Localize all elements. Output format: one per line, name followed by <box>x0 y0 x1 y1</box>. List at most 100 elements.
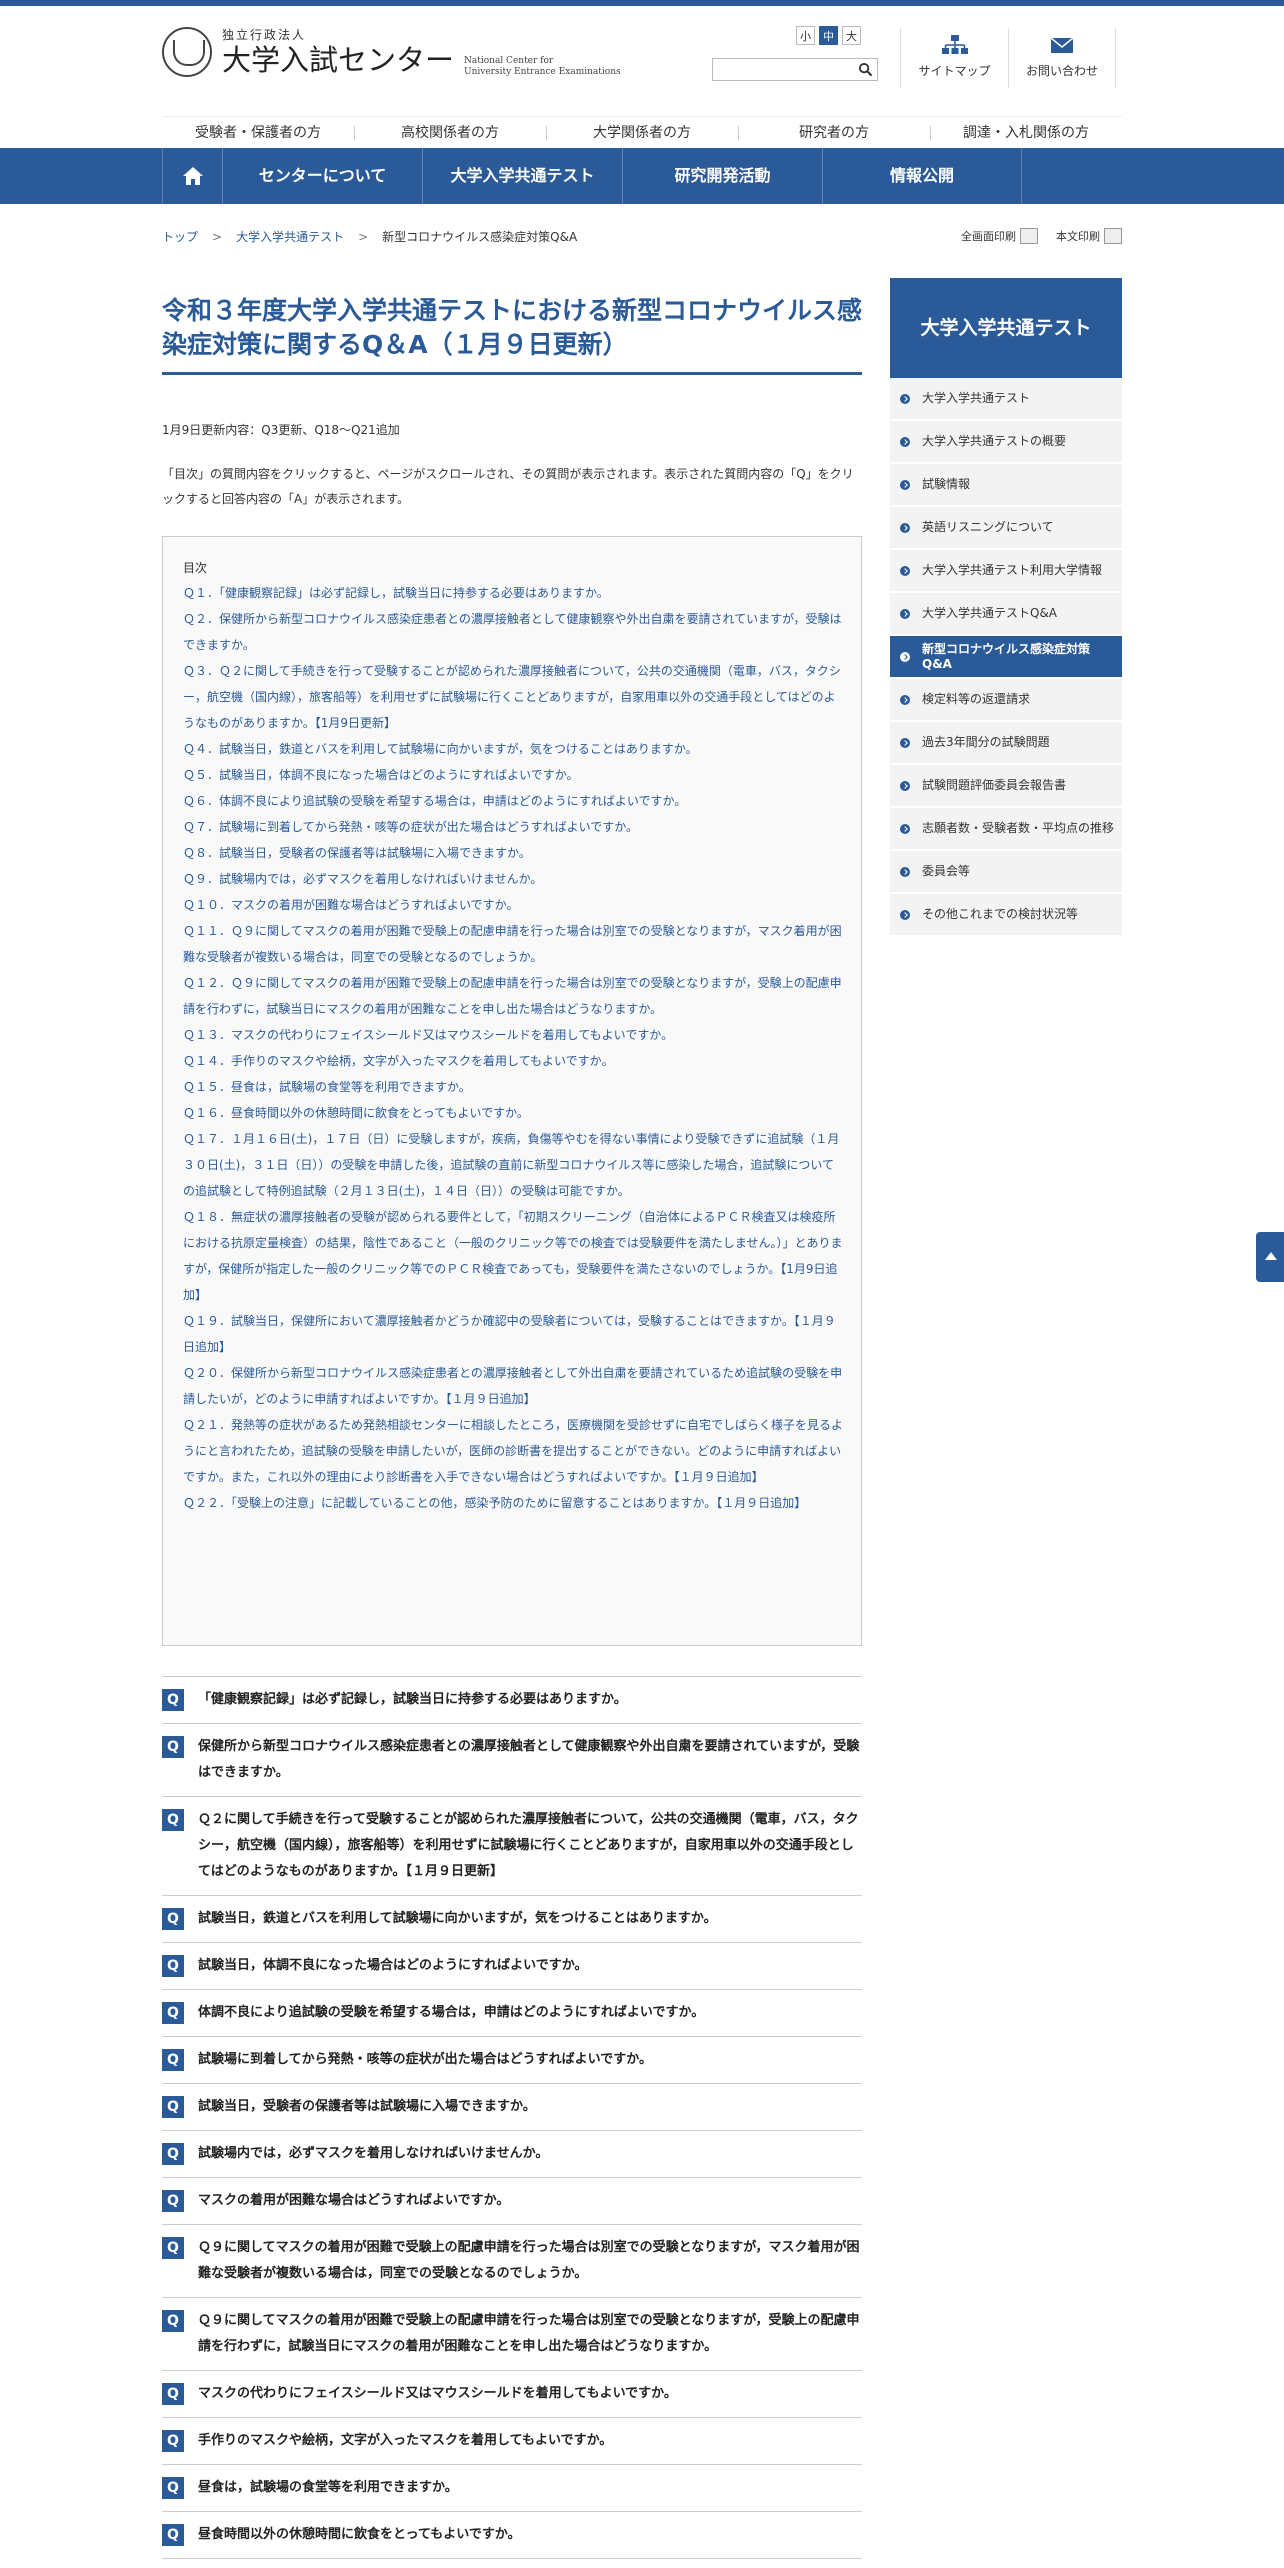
sidebar-item-label: 志願者数・受験者数・平均点の推移 <box>922 821 1115 835</box>
toc-item[interactable]: Ｑ１２．Ｑ９に関してマスクの着用が困難で受験上の配慮申請を行った場合は別室での受… <box>183 970 843 1022</box>
audience-nav-item[interactable]: 調達・入札関係の方 <box>930 117 1122 148</box>
toc-item[interactable]: Ｑ１８．無症状の濃厚接触者の受験が認められる要件として，「初期スクリーニング（自… <box>183 1204 843 1308</box>
audience-nav-item[interactable]: 受験者・保護者の方 <box>162 117 354 148</box>
toc-item[interactable]: Ｑ１６．昼食時間以外の休憩時間に飲食をとってもよいですか。 <box>183 1100 843 1126</box>
breadcrumb-parent[interactable]: 大学入学共通テスト <box>236 230 344 244</box>
home-button[interactable] <box>162 148 222 204</box>
toc-item[interactable]: Ｑ５．試験当日，体調不良になった場合はどのようにすればよいですか。 <box>183 762 843 788</box>
sidebar-item[interactable]: 試験情報 <box>890 464 1122 507</box>
font-size-large-button[interactable]: 大 <box>842 26 861 45</box>
toc-item[interactable]: Ｑ２１．発熱等の症状があるため発熱相談センターに相談したところ，医療機関を受診せ… <box>183 1412 843 1490</box>
sidebar-item[interactable]: 委員会等 <box>890 851 1122 894</box>
toc-item[interactable]: Ｑ１．「健康観察記録」は必ず記録し，試験当日に持参する必要はありますか。 <box>183 580 843 606</box>
toc-item[interactable]: Ｑ１４．手作りのマスクや絵柄，文字が入ったマスクを着用してもよいですか。 <box>183 1048 843 1074</box>
intro-text: 「目次」の質問内容をクリックすると、ページがスクロールされ、その質問が表示されま… <box>162 467 854 506</box>
sidebar-title[interactable]: 大学入学共通テスト <box>890 278 1122 378</box>
global-nav: センターについて 大学入学共通テスト 研究開発活動 情報公開 <box>0 148 1284 204</box>
question-toggle-q[interactable]: Q <box>162 1908 184 1930</box>
search-input[interactable] <box>712 58 878 81</box>
nav-common-test[interactable]: 大学入学共通テスト <box>422 148 622 204</box>
question-text: 体調不良により追試験の受験を希望する場合は，申請はどのようにすればよいですか。 <box>198 2005 705 2020</box>
question-toggle-q[interactable]: Q <box>162 1955 184 1977</box>
question-text: Ｑ９に関してマスクの着用が困難で受験上の配慮申請を行った場合は別室での受験となり… <box>198 2313 860 2354</box>
toc-item[interactable]: Ｑ１９．試験当日，保健所において濃厚接触者かどうか確認中の受験者については，受験… <box>183 1308 843 1360</box>
chevron-right-icon <box>900 608 910 619</box>
sidebar-item[interactable]: 新型コロナウイルス感染症対策Q&A <box>890 636 1122 679</box>
audience-nav-item[interactable]: 研究者の方 <box>738 117 930 148</box>
font-size-small-button[interactable]: 小 <box>796 26 815 45</box>
sidebar-item-label: 委員会等 <box>922 864 971 878</box>
question-row: Q 「健康観察記録」は必ず記録し，試験当日に持参する必要はありますか。 <box>162 1677 862 1724</box>
contact-link[interactable]: お問い合わせ <box>1008 28 1116 88</box>
audience-nav-item[interactable]: 高校関係者の方 <box>354 117 546 148</box>
toc-item[interactable]: Ｑ１７．１月１６日(土)，１７日（日）に受験しますが，疾病，負傷等やむを得ない事… <box>183 1126 843 1204</box>
sidebar-item[interactable]: 大学入学共通テストの概要 <box>890 421 1122 464</box>
sidebar-item[interactable]: 試験問題評価委員会報告書 <box>890 765 1122 808</box>
question-toggle-q[interactable]: Q <box>162 2237 184 2259</box>
audience-nav-item[interactable]: 大学関係者の方 <box>546 117 738 148</box>
sidebar-item[interactable]: 大学入学共通テスト <box>890 378 1122 421</box>
scroll-to-top-button[interactable] <box>1256 1232 1284 1282</box>
sidebar-item[interactable]: 英語リスニングについて <box>890 507 1122 550</box>
question-toggle-q[interactable]: Q <box>162 2524 184 2546</box>
question-toggle-q[interactable]: Q <box>162 1809 184 1831</box>
toc-item[interactable]: Ｑ３．Ｑ２に関して手続きを行って受験することが認められた濃厚接触者について，公共… <box>183 658 843 736</box>
toc-item[interactable]: Ｑ１０．マスクの着用が困難な場合はどうすればよいですか。 <box>183 892 843 918</box>
font-size-medium-button[interactable]: 中 <box>819 26 838 45</box>
question-text: マスクの着用が困難な場合はどうすればよいですか。 <box>198 2193 510 2208</box>
site-logo[interactable]: 独立行政法人 大学入試センター <box>162 26 454 77</box>
sidebar-item[interactable]: 大学入学共通テスト利用大学情報 <box>890 550 1122 593</box>
question-row: Q 試験当日，受験者の保護者等は試験場に入場できますか。 <box>162 2084 862 2131</box>
sidebar-item[interactable]: 大学入学共通テストQ&A <box>890 593 1122 636</box>
sidebar-item[interactable]: その他これまでの検討状況等 <box>890 894 1122 937</box>
nav-research[interactable]: 研究開発活動 <box>622 148 822 204</box>
toc-item[interactable]: Ｑ２０．保健所から新型コロナウイルス感染症患者との濃厚接触者として外出自粛を要請… <box>183 1360 843 1412</box>
chevron-right-icon <box>900 565 910 576</box>
print-full-button[interactable]: 全画面印刷 <box>961 204 1038 270</box>
search-icon[interactable] <box>858 62 873 77</box>
logo-emblem-icon <box>162 26 212 77</box>
question-toggle-q[interactable]: Q <box>162 2310 184 2332</box>
question-toggle-q[interactable]: Q <box>162 2049 184 2071</box>
sidebar-item-label: 検定料等の返還請求 <box>922 692 1031 706</box>
nav-disclosure[interactable]: 情報公開 <box>822 148 1022 204</box>
site-header: 独立行政法人 大学入試センター National Center for Unive… <box>162 6 1122 116</box>
toc-item[interactable]: Ｑ４．試験当日，鉄道とバスを利用して試験場に向かいますが，気をつけることはありま… <box>183 736 843 762</box>
org-name: 大学入試センター <box>222 43 455 77</box>
sidebar-item-label: 大学入学共通テストQ&A <box>922 606 1058 620</box>
toc-item[interactable]: Ｑ９．試験場内では，必ずマスクを着用しなければいけませんか。 <box>183 866 843 892</box>
question-toggle-q[interactable]: Q <box>162 2190 184 2212</box>
toc-item[interactable]: Ｑ６．体調不良により追試験の受験を希望する場合は，申請はどのようにすればよいです… <box>183 788 843 814</box>
nav-about[interactable]: センターについて <box>222 148 422 204</box>
toc-item[interactable]: Ｑ１１．Ｑ９に関してマスクの着用が困難で受験上の配慮申請を行った場合は別室での受… <box>183 918 843 970</box>
question-toggle-q[interactable]: Q <box>162 2430 184 2452</box>
org-type-label: 独立行政法人 <box>222 28 307 42</box>
sidebar-item-label: 試験問題評価委員会報告書 <box>922 778 1067 792</box>
toc-item[interactable]: Ｑ２．保健所から新型コロナウイルス感染症患者との濃厚接触者として健康観察や外出自… <box>183 606 843 658</box>
sidebar: 大学入学共通テスト 大学入学共通テスト大学入学共通テストの概要試験情報英語リスニ… <box>890 278 1122 2559</box>
sidebar-item[interactable]: 志願者数・受験者数・平均点の推移 <box>890 808 1122 851</box>
toc-item[interactable]: Ｑ１５．昼食は，試験場の食堂等を利用できますか。 <box>183 1074 843 1100</box>
toc-item[interactable]: Ｑ１３．マスクの代わりにフェイスシールド又はマウスシールドを着用してもよいですか… <box>183 1022 843 1048</box>
question-toggle-q[interactable]: Q <box>162 2477 184 2499</box>
toc-item[interactable]: Ｑ２２．「受験上の注意」に記載していることの他，感染予防のために留意することはあ… <box>183 1490 843 1516</box>
question-toggle-q[interactable]: Q <box>162 2383 184 2405</box>
print-body-button[interactable]: 本文印刷 <box>1056 204 1122 270</box>
question-toggle-q[interactable]: Q <box>162 2096 184 2118</box>
toc-item[interactable]: Ｑ８．試験当日，受験者の保護者等は試験場に入場できますか。 <box>183 840 843 866</box>
sidebar-item-label: 英語リスニングについて <box>922 520 1054 534</box>
sidebar-item-label: 大学入学共通テストの概要 <box>922 434 1067 448</box>
breadcrumb-top[interactable]: トップ <box>162 230 198 244</box>
question-text: 保健所から新型コロナウイルス感染症患者との濃厚接触者として健康観察や外出自粛を要… <box>198 1739 860 1780</box>
question-text: Ｑ９に関してマスクの着用が困難で受験上の配慮申請を行った場合は別室での受験となり… <box>198 2240 860 2281</box>
question-toggle-q[interactable]: Q <box>162 1736 184 1758</box>
chevron-right-icon <box>900 823 910 834</box>
chevron-right-icon <box>900 866 910 877</box>
sidebar-item[interactable]: 過去3年間分の試験問題 <box>890 722 1122 765</box>
question-toggle-q[interactable]: Q <box>162 1689 184 1711</box>
toc-item[interactable]: Ｑ７．試験場に到着してから発熱・咳等の症状が出た場合はどうすればよいですか。 <box>183 814 843 840</box>
sitemap-link[interactable]: サイトマップ <box>900 28 1008 88</box>
sidebar-item[interactable]: 検定料等の返還請求 <box>890 679 1122 722</box>
question-toggle-q[interactable]: Q <box>162 2143 184 2165</box>
question-toggle-q[interactable]: Q <box>162 2002 184 2024</box>
